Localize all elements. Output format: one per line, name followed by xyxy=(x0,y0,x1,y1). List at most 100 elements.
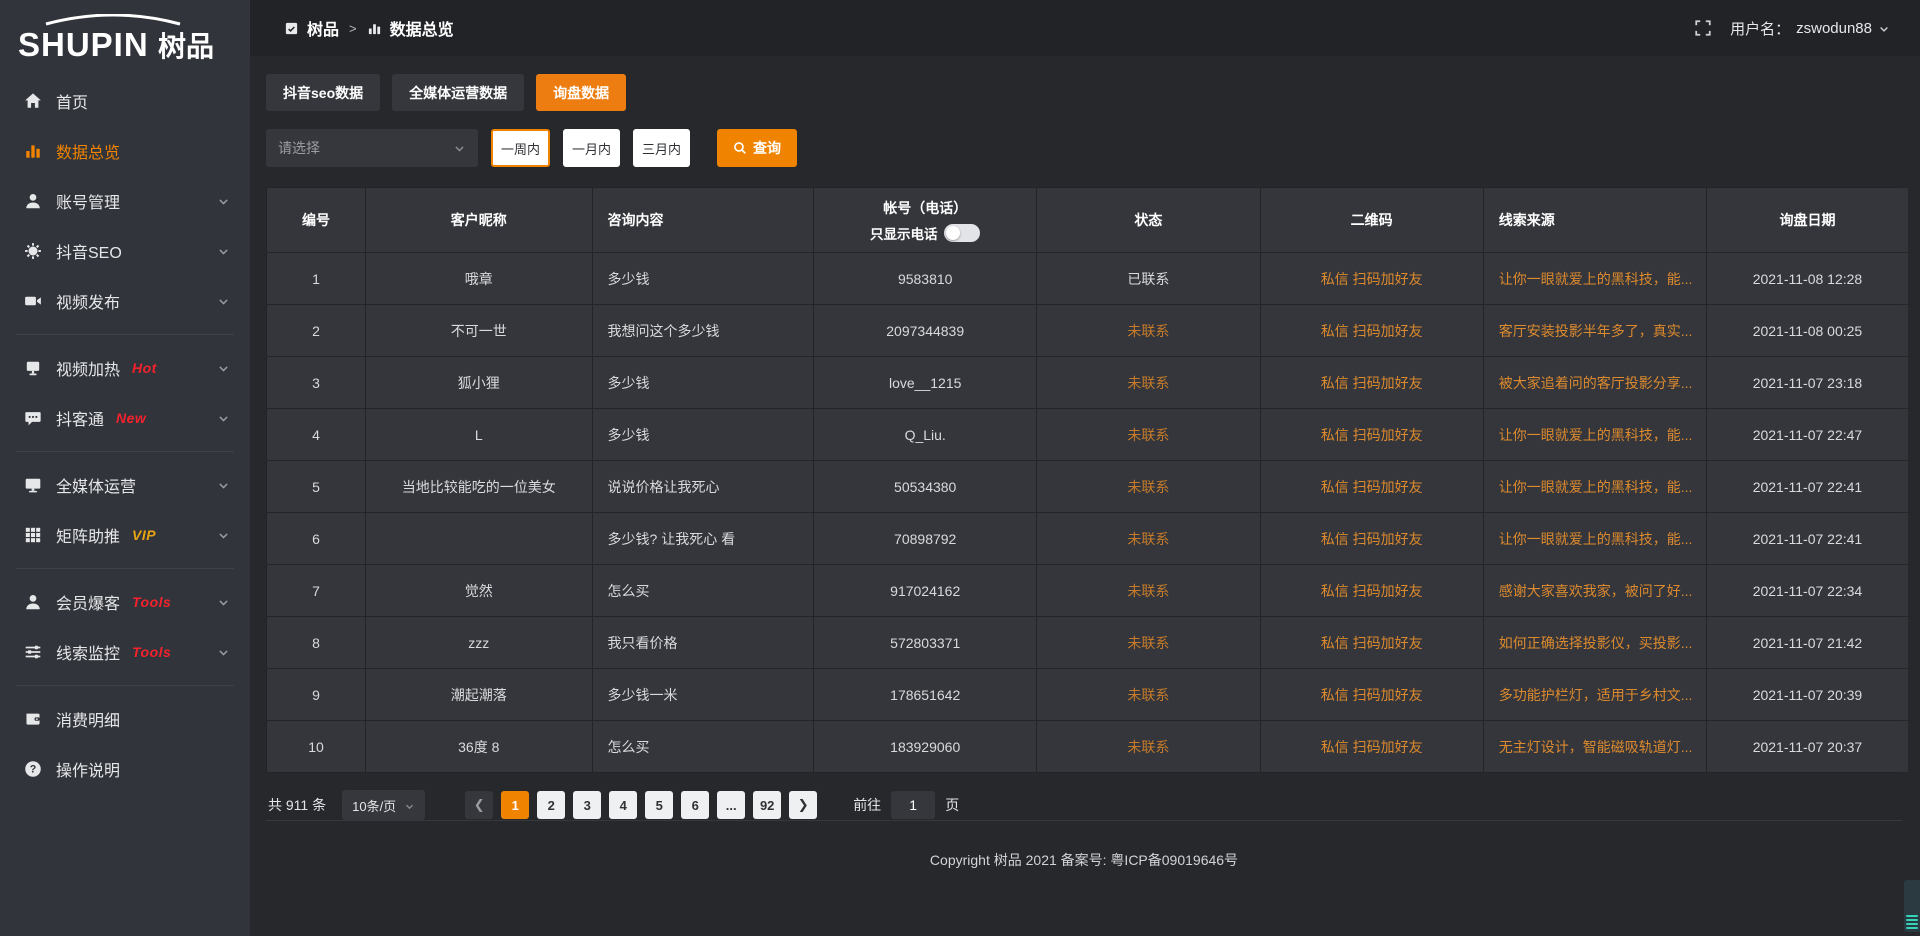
cell-qrcode[interactable]: 私信 扫码加好友 xyxy=(1261,253,1483,304)
cell-source[interactable]: 让你一眼就爱上的黑科技，能... xyxy=(1484,461,1706,512)
chevron-down-icon xyxy=(217,195,230,208)
sidebar-item-label: 矩阵助推 xyxy=(56,523,120,547)
cell-qrcode[interactable]: 私信 扫码加好友 xyxy=(1261,461,1483,512)
sidebar-item-9[interactable]: 会员爆客Tools xyxy=(0,577,250,627)
col-header-date: 询盘日期 xyxy=(1707,188,1908,252)
page-button-5[interactable]: 5 xyxy=(645,791,673,819)
page-ellipsis-button[interactable]: ... xyxy=(717,791,745,819)
phone-only-label: 只显示电话 xyxy=(870,223,938,243)
page-size-select[interactable]: 10条/页 xyxy=(342,790,425,820)
cell-qrcode[interactable]: 私信 扫码加好友 xyxy=(1261,669,1483,720)
phone-only-toggle[interactable] xyxy=(944,224,980,242)
sidebar-item-12[interactable]: ?操作说明 xyxy=(0,744,250,794)
cell-account: 70898792 xyxy=(814,513,1036,564)
cell-source[interactable]: 让你一眼就爱上的黑科技，能... xyxy=(1484,253,1706,304)
cell-source[interactable]: 多功能护栏灯，适用于乡村文... xyxy=(1484,669,1706,720)
sidebar-item-1[interactable]: 数据总览 xyxy=(0,126,250,176)
cell-account: 572803371 xyxy=(814,617,1036,668)
heat-icon xyxy=(24,359,42,377)
page-button-6[interactable]: 6 xyxy=(681,791,709,819)
chevron-down-icon xyxy=(217,646,230,659)
cell-content: 我只看价格 xyxy=(593,617,814,668)
table-header-row: 编号 客户昵称 咨询内容 帐号（电话） 只显示电话 状态 二维码 线索来源 询盘… xyxy=(267,188,1901,252)
cell-account: Q_Liu. xyxy=(814,409,1036,460)
svg-text:?: ? xyxy=(30,764,37,776)
cell-id: 10 xyxy=(267,721,365,772)
account-select[interactable]: 请选择 xyxy=(266,129,478,167)
table-body: 1哦章多少钱9583810已联系私信 扫码加好友让你一眼就爱上的黑科技，能...… xyxy=(267,253,1901,772)
sidebar-item-11[interactable]: 消费明细 xyxy=(0,694,250,744)
grid-icon xyxy=(24,526,42,544)
cell-qrcode[interactable]: 私信 扫码加好友 xyxy=(1261,305,1483,356)
table-row: 1哦章多少钱9583810已联系私信 扫码加好友让你一眼就爱上的黑科技，能...… xyxy=(267,253,1901,304)
cell-qrcode[interactable]: 私信 扫码加好友 xyxy=(1261,409,1483,460)
cell-status: 未联系 xyxy=(1037,305,1259,356)
tab-0[interactable]: 抖音seo数据 xyxy=(266,74,380,111)
sidebar-item-3[interactable]: 抖音SEO xyxy=(0,226,250,276)
cell-qrcode[interactable]: 私信 扫码加好友 xyxy=(1261,513,1483,564)
cell-account: 178651642 xyxy=(814,669,1036,720)
page-button-2[interactable]: 2 xyxy=(537,791,565,819)
sidebar-item-label: 消费明细 xyxy=(56,707,120,731)
range-button-0[interactable]: 一周内 xyxy=(491,129,550,167)
chevron-down-icon xyxy=(404,800,415,811)
floating-service-widget[interactable] xyxy=(1904,880,1920,932)
cell-source[interactable]: 让你一眼就爱上的黑科技，能... xyxy=(1484,409,1706,460)
fullscreen-icon[interactable] xyxy=(1694,19,1712,37)
cell-nickname: 觉然 xyxy=(366,565,591,616)
cell-qrcode[interactable]: 私信 扫码加好友 xyxy=(1261,721,1483,772)
breadcrumb-root[interactable]: 树品 xyxy=(307,16,339,40)
cell-qrcode[interactable]: 私信 扫码加好友 xyxy=(1261,565,1483,616)
cell-status: 未联系 xyxy=(1037,357,1259,408)
cell-source[interactable]: 如何正确选择投影仪，买投影... xyxy=(1484,617,1706,668)
user-menu[interactable]: 用户名： zswodun88 xyxy=(1730,18,1890,39)
sidebar-nav: 首页数据总览账号管理抖音SEO视频发布视频加热Hot抖客通New全媒体运营矩阵助… xyxy=(0,76,250,936)
sidebar-item-label: 抖音SEO xyxy=(56,239,122,263)
cell-id: 6 xyxy=(267,513,365,564)
sidebar-item-5[interactable]: 视频加热Hot xyxy=(0,343,250,393)
cell-status: 未联系 xyxy=(1037,409,1259,460)
cell-qrcode[interactable]: 私信 扫码加好友 xyxy=(1261,357,1483,408)
cell-source[interactable]: 被大家追着问的客厅投影分享... xyxy=(1484,357,1706,408)
cell-source[interactable]: 感谢大家喜欢我家，被问了好... xyxy=(1484,565,1706,616)
table-row: 4L多少钱Q_Liu.未联系私信 扫码加好友让你一眼就爱上的黑科技，能...20… xyxy=(267,409,1901,460)
cell-content: 多少钱? 让我死心 看 xyxy=(593,513,814,564)
range-button-2[interactable]: 三月内 xyxy=(633,129,690,167)
cell-source[interactable]: 让你一眼就爱上的黑科技，能... xyxy=(1484,513,1706,564)
prev-page-button[interactable]: ❮ xyxy=(465,791,493,819)
sidebar-divider xyxy=(16,568,234,569)
question-icon: ? xyxy=(24,760,42,778)
page-button-3[interactable]: 3 xyxy=(573,791,601,819)
page-button-92[interactable]: 92 xyxy=(753,791,781,819)
sidebar-divider xyxy=(16,334,234,335)
cell-nickname: 狐小狸 xyxy=(366,357,591,408)
sidebar-item-7[interactable]: 全媒体运营 xyxy=(0,460,250,510)
home-icon xyxy=(24,92,42,110)
cell-source[interactable]: 客厅安装投影半年多了，真实... xyxy=(1484,305,1706,356)
search-button[interactable]: 查询 xyxy=(717,129,797,167)
sidebar-item-8[interactable]: 矩阵助推VIP xyxy=(0,510,250,560)
sidebar-item-6[interactable]: 抖客通New xyxy=(0,393,250,443)
tab-2[interactable]: 询盘数据 xyxy=(536,74,626,111)
chevron-down-icon xyxy=(217,362,230,375)
user-icon xyxy=(24,192,42,210)
table-row: 9潮起潮落多少钱一米178651642未联系私信 扫码加好友多功能护栏灯，适用于… xyxy=(267,669,1901,720)
sidebar-item-4[interactable]: 视频发布 xyxy=(0,276,250,326)
sidebar-item-0[interactable]: 首页 xyxy=(0,76,250,126)
tab-1[interactable]: 全媒体运营数据 xyxy=(392,74,524,111)
range-button-1[interactable]: 一月内 xyxy=(563,129,620,167)
table-row: 2不可一世我想问这个多少钱2097344839未联系私信 扫码加好友客厅安装投影… xyxy=(267,305,1901,356)
page-button-1[interactable]: 1 xyxy=(501,791,529,819)
chevron-down-icon xyxy=(217,529,230,542)
cell-source[interactable]: 无主灯设计，智能磁吸轨道灯... xyxy=(1484,721,1706,772)
page-button-4[interactable]: 4 xyxy=(609,791,637,819)
next-page-button[interactable]: ❯ xyxy=(789,791,817,819)
goto-page: 前往 页 xyxy=(853,791,959,819)
sidebar-item-2[interactable]: 账号管理 xyxy=(0,176,250,226)
cell-content: 怎么买 xyxy=(593,721,814,772)
cell-nickname: 哦章 xyxy=(366,253,591,304)
cell-qrcode[interactable]: 私信 扫码加好友 xyxy=(1261,617,1483,668)
goto-page-input[interactable] xyxy=(891,791,935,819)
sidebar-item-10[interactable]: 线索监控Tools xyxy=(0,627,250,677)
cell-nickname xyxy=(366,513,591,564)
